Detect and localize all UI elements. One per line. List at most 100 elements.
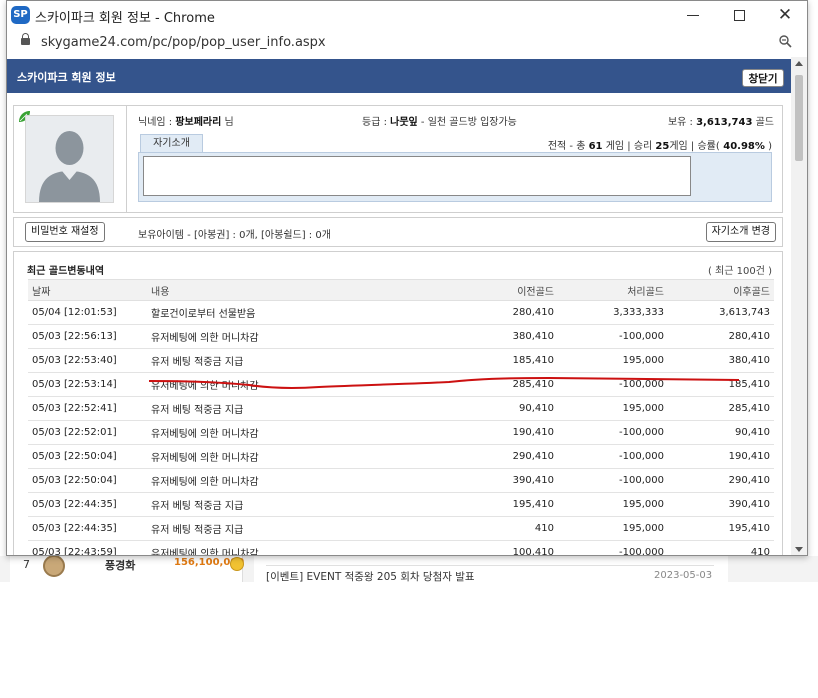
window-close-button[interactable]: ✕ [773, 4, 797, 26]
record-suffix: ) [764, 141, 772, 152]
row-amount: -100,000 [558, 324, 668, 349]
lock-icon[interactable] [21, 33, 30, 45]
table-row: 05/03 [22:43:59] 유저베팅에 의한 머니차감 100,410 -100… [28, 540, 774, 555]
row-amount: -100,000 [558, 468, 668, 493]
ranking-panel: 7 풍경화 156,100,000 [10, 555, 244, 582]
user-silhouette-icon [39, 131, 100, 202]
row-date: 05/03 [22:53:14] [28, 372, 147, 397]
url-text[interactable]: skygame24.com/pc/pop/pop_user_info.aspx [41, 35, 326, 50]
popup-title: 스카이파크 회원 정보 [17, 71, 116, 84]
nickname-suffix: 님 [221, 117, 234, 128]
self-intro-text [143, 156, 691, 196]
notice-panel: [이벤트] EVENT 적중왕 205 회차 당첨자 발표 2023-05-03 [254, 556, 728, 584]
table-row: 05/03 [22:44:35] 유저 베팅 적중금 지급 410 195,000 19… [28, 516, 774, 541]
scroll-thumb[interactable] [795, 75, 803, 161]
vertical-scrollbar[interactable] [791, 57, 807, 555]
row-after-gold: 290,410 [668, 468, 774, 493]
row-prev-gold: 380,410 [450, 324, 558, 349]
row-after-gold: 280,410 [668, 324, 774, 349]
row-after-gold: 195,410 [668, 516, 774, 541]
gold-history-table: 날짜 내용 이전골드 처리골드 이후골드 05/04 [12:01:53] 할로건… [28, 279, 774, 555]
row-amount: 3,333,333 [558, 300, 668, 325]
notice-item[interactable]: [이벤트] EVENT 적중왕 205 회차 당첨자 발표 [266, 569, 475, 584]
row-after-gold: 3,613,743 [668, 300, 774, 325]
row-date: 05/03 [22:50:04] [28, 444, 147, 469]
avatar [25, 115, 114, 203]
zoom-icon[interactable] [779, 35, 792, 48]
grade-field: 등급 : 나뭇잎 - 일천 골드방 입장가능 [362, 113, 517, 128]
grade-label: 등급 : [362, 117, 391, 128]
window-title: 스카이파크 회원 정보 - Chrome [35, 11, 215, 26]
scroll-up-icon[interactable] [795, 61, 803, 66]
action-bar: 비밀번호 재설정 보유아이템 - [아봉권] : 0개, [아봉쉴드] : 0개… [13, 217, 783, 247]
row-date: 05/03 [22:50:04] [28, 468, 147, 493]
hold-unit: 골드 [752, 117, 774, 128]
table-row: 05/03 [22:53:40] 유저 베팅 적중금 지급 185,410 195,0… [28, 348, 774, 373]
row-date: 05/03 [22:52:01] [28, 420, 147, 445]
row-prev-gold: 100,410 [450, 540, 558, 555]
background-page: 7 풍경화 156,100,000 [이벤트] EVENT 적중왕 205 회차… [0, 555, 818, 584]
hold-value: 3,613,743 [696, 117, 753, 128]
close-popup-button[interactable]: 창닫기 [742, 69, 784, 87]
ranking-user[interactable]: 풍경화 [105, 557, 135, 573]
row-amount: -100,000 [558, 372, 668, 397]
app-logo-icon: SP [11, 6, 30, 24]
row-amount: -100,000 [558, 540, 668, 555]
minimize-icon [687, 15, 699, 16]
row-amount: -100,000 [558, 420, 668, 445]
row-after-gold: 285,410 [668, 396, 774, 421]
row-after-gold: 90,410 [668, 420, 774, 445]
table-row: 05/03 [22:44:35] 유저 베팅 적중금 지급 195,410 195,0… [28, 492, 774, 517]
row-description: 유저 베팅 적중금 지급 [147, 348, 450, 373]
row-prev-gold: 410 [450, 516, 558, 541]
column-header: 처리골드 [558, 279, 668, 301]
reset-password-button[interactable]: 비밀번호 재설정 [25, 222, 105, 242]
nickname-field: 닉네임 : 팡보페라리 님 [138, 113, 234, 128]
scroll-down-icon[interactable] [795, 547, 803, 552]
popup-header: 스카이파크 회원 정보 창닫기 [7, 59, 791, 93]
row-date: 05/03 [22:44:35] [28, 516, 147, 541]
row-after-gold: 410 [668, 540, 774, 555]
profile-panel: 닉네임 : 팡보페라리 님 등급 : 나뭇잎 - 일천 골드방 입장가능 보유 … [13, 105, 783, 213]
gold-history-panel: 최근 골드변동내역 ( 최근 100건 ) 날짜 내용 이전골드 처리골드 이후… [13, 251, 783, 555]
self-intro-box [138, 152, 772, 202]
record-prefix: 전적 - 총 [547, 141, 589, 152]
page-content: 스카이파크 회원 정보 창닫기 닉네임 : 팡보페라리 님 등급: 나뭇잎 -… [7, 57, 791, 555]
table-row: 05/03 [22:50:04] 유저베팅에 의한 머니차감 290,410 -100… [28, 444, 774, 469]
notice-date: 2023-05-03 [654, 570, 713, 581]
row-description: 유저베팅에 의한 머니차감 [147, 468, 450, 493]
record-wins: 25 [655, 141, 670, 152]
row-date: 05/03 [22:43:59] [28, 540, 147, 555]
table-row: 05/04 [12:01:53] 할로건이로부터 선물받음 280,410 3,333… [28, 300, 774, 325]
row-description: 할로건이로부터 선물받음 [147, 300, 450, 325]
row-description: 유저베팅에 의한 머니차감 [147, 420, 450, 445]
row-description: 유저베팅에 의한 머니차감 [147, 372, 450, 397]
row-after-gold: 190,410 [668, 444, 774, 469]
row-amount: 195,000 [558, 516, 668, 541]
game-record: 전적 - 총 61 게임 | 승리 25게임 | 승률( 40.98% ) [548, 137, 772, 152]
row-amount: 195,000 [558, 396, 668, 421]
record-mid: 게임 | 승리 [602, 141, 656, 152]
row-date: 05/04 [12:01:53] [28, 300, 147, 325]
row-after-gold: 380,410 [668, 348, 774, 373]
row-amount: -100,000 [558, 444, 668, 469]
minimize-button[interactable] [681, 4, 705, 26]
title-bar[interactable]: SP 스카이파크 회원 정보 - Chrome ✕ [7, 1, 807, 30]
notice-divider [266, 565, 714, 566]
row-prev-gold: 190,410 [450, 420, 558, 445]
row-date: 05/03 [22:56:13] [28, 324, 147, 349]
row-description: 유저 베팅 적중금 지급 [147, 516, 450, 541]
table-row: 05/03 [22:52:41] 유저 베팅 적중금 지급 90,410 195,00… [28, 396, 774, 421]
owned-items-text: 보유아이템 - [아봉권] : 0개, [아봉쉴드] : 0개 [138, 230, 331, 241]
edit-intro-button[interactable]: 자기소개 변경 [705, 222, 776, 242]
column-header: 이전골드 [450, 279, 558, 301]
row-prev-gold: 195,410 [450, 492, 558, 517]
maximize-button[interactable] [727, 4, 751, 26]
row-after-gold: 390,410 [668, 492, 774, 517]
table-row: 05/03 [22:50:04] 유저베팅에 의한 머니차감 390,410 -100… [28, 468, 774, 493]
row-date: 05/03 [22:52:41] [28, 396, 147, 421]
row-prev-gold: 185,410 [450, 348, 558, 373]
row-description: 유저베팅에 의한 머니차감 [147, 444, 450, 469]
tab-self-intro[interactable]: 자기소개 [140, 134, 203, 152]
column-header: 이후골드 [668, 279, 774, 301]
